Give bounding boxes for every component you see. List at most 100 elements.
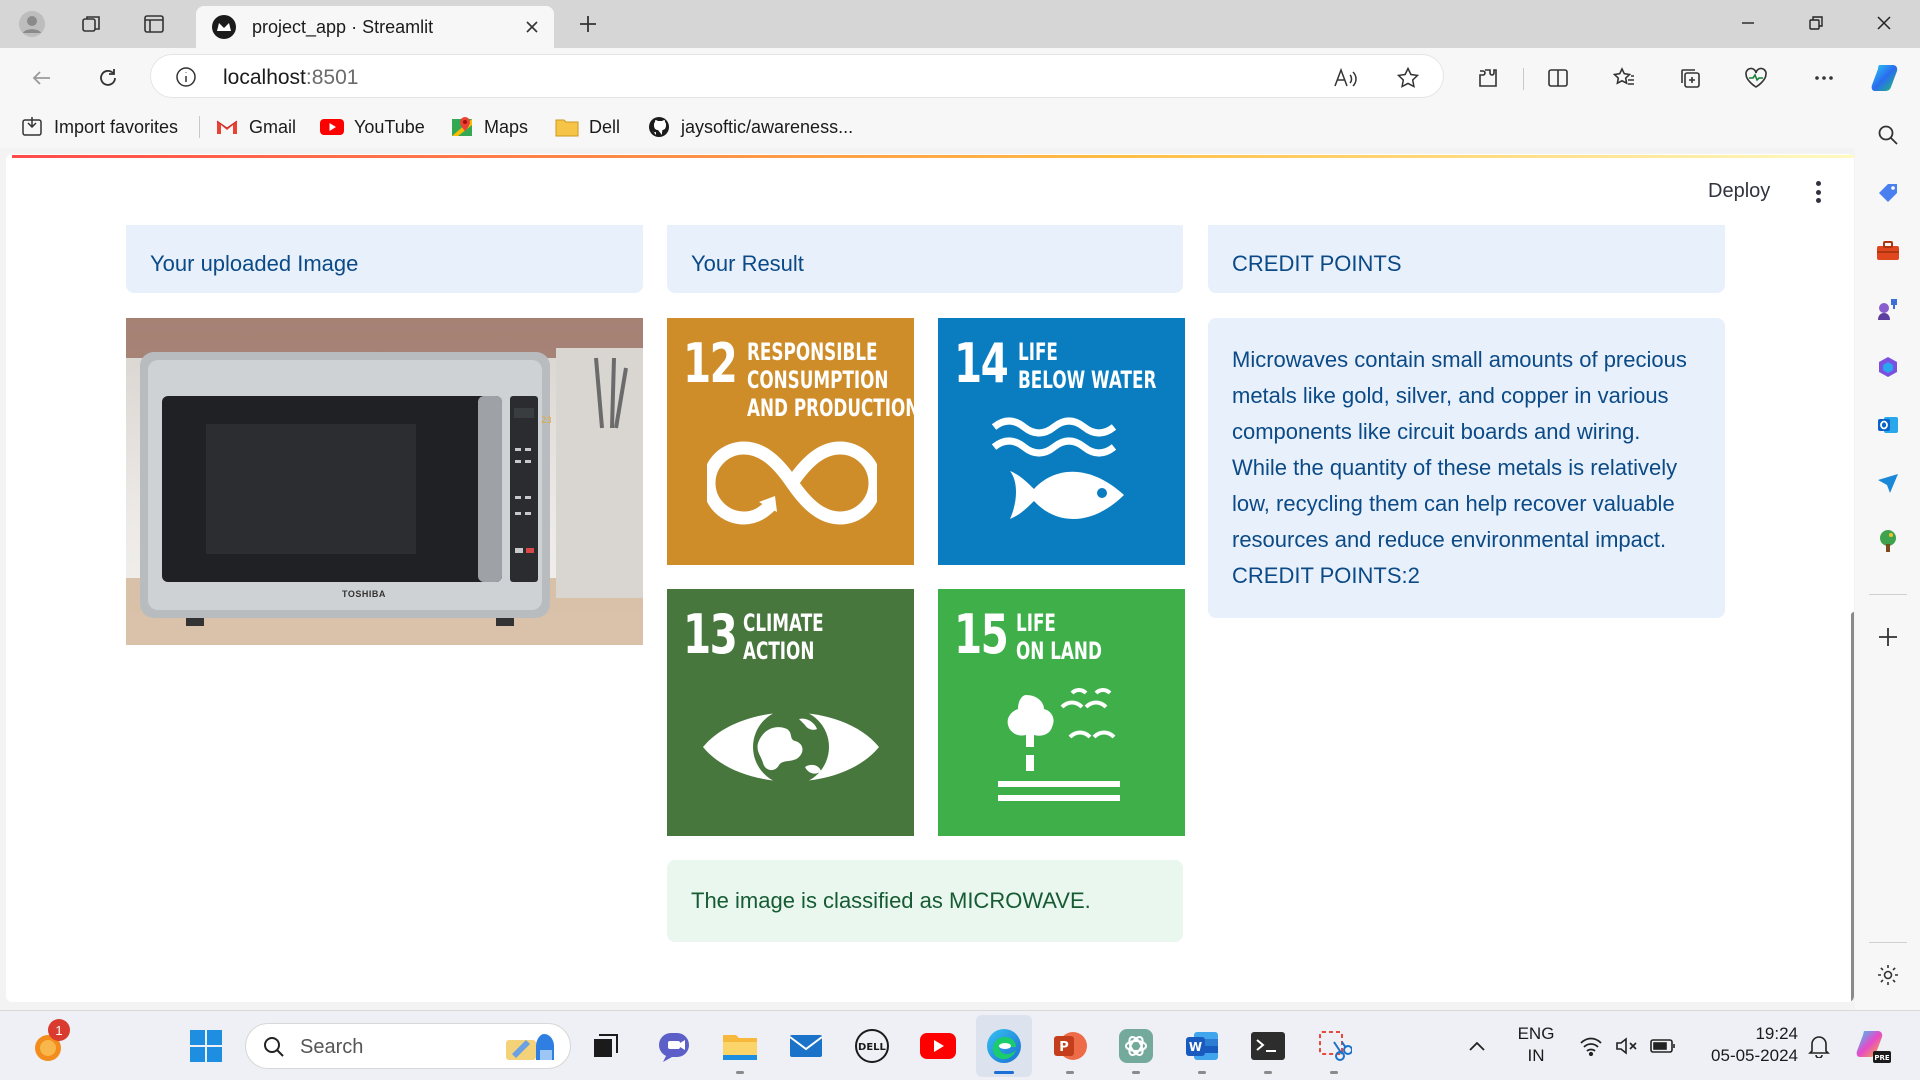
chatgpt-icon[interactable] [1116, 1026, 1156, 1066]
microwave-display-text: 23 [541, 416, 552, 426]
sdg-14-tile: 14 LIFE BELOW WATER [938, 318, 1185, 565]
fav-label: Import favorites [54, 116, 179, 137]
telegram-send-icon[interactable] [1871, 466, 1905, 500]
svg-text:P: P [1059, 1040, 1069, 1055]
extensions-icon[interactable] [1470, 60, 1506, 96]
youtube-app-icon[interactable] [918, 1026, 958, 1066]
url-port: :8501 [305, 66, 359, 89]
browser-essentials-icon[interactable] [1738, 60, 1774, 96]
fav-github[interactable]: jaysoftic/awareness... [647, 114, 853, 140]
sdg-number: 13 [683, 603, 738, 666]
tools-icon[interactable] [1871, 234, 1905, 268]
volume-muted-icon[interactable] [1610, 1026, 1644, 1066]
search-icon[interactable] [1871, 118, 1905, 152]
search-highlight-icon [506, 1034, 554, 1060]
sdg-label-line: RESPONSIBLE [747, 338, 878, 366]
notification-badge: 1 [48, 1019, 70, 1041]
url-text[interactable]: localhost:8501 [223, 66, 358, 90]
sdg-label-line: LIFE [1016, 609, 1056, 637]
favorite-star-icon[interactable] [1393, 63, 1423, 93]
taskbar-search[interactable]: Search [245, 1023, 571, 1069]
infinity-icon [707, 441, 877, 525]
refresh-icon[interactable] [88, 58, 128, 98]
running-indicator [1132, 1071, 1140, 1074]
language-indicator[interactable]: ENG IN [1506, 1023, 1566, 1067]
fav-maps[interactable]: Maps [450, 114, 528, 140]
copilot-icon[interactable] [1868, 60, 1904, 96]
word-icon[interactable]: W [1182, 1026, 1222, 1066]
svg-text:PRE: PRE [1874, 1054, 1890, 1062]
sdg-label-line: ACTION [743, 637, 815, 665]
outlook-icon[interactable] [1871, 408, 1905, 442]
main-menu-icon[interactable] [1812, 178, 1824, 206]
start-windows-icon[interactable] [186, 1026, 226, 1066]
favorites-bar: Import favorites Gmail YouTube Maps Dell… [0, 106, 1920, 148]
deploy-button[interactable]: Deploy [1708, 180, 1770, 203]
edge-browser-icon[interactable] [984, 1026, 1024, 1066]
wifi-icon[interactable] [1574, 1026, 1608, 1066]
tab-actions-icon[interactable] [138, 8, 170, 40]
favorites-icon[interactable] [1606, 60, 1642, 96]
sdg-label-line: AND PRODUCTION [747, 394, 914, 422]
file-explorer-icon[interactable] [720, 1026, 760, 1066]
page-scrollbar[interactable] [1851, 612, 1854, 1002]
sdg-number: 12 [683, 332, 738, 395]
task-view-icon[interactable] [586, 1026, 626, 1066]
svg-text:W: W [1189, 1040, 1202, 1054]
powerpoint-icon[interactable]: P [1050, 1026, 1090, 1066]
sdg-number: 14 [954, 332, 1009, 395]
fav-gmail[interactable]: Gmail [215, 114, 296, 140]
dell-icon[interactable]: DELL [852, 1026, 892, 1066]
sdg-12-tile: 12 RESPONSIBLE CONSUMPTION AND PRODUCTIO… [667, 318, 914, 565]
sidebar-divider [1869, 594, 1907, 595]
restore-icon[interactable] [1782, 0, 1850, 46]
fav-label: Maps [484, 116, 529, 137]
close-tab-icon[interactable] [518, 13, 546, 41]
split-screen-icon[interactable] [1540, 60, 1576, 96]
result-title: Your Result [691, 251, 804, 276]
sdg-label-line: CONSUMPTION [747, 366, 889, 394]
eye-globe-icon [703, 709, 879, 785]
notifications-bell-icon[interactable] [1802, 1026, 1836, 1066]
back-icon[interactable] [22, 58, 62, 98]
read-aloud-icon[interactable] [1331, 63, 1361, 93]
credit-points-description: Microwaves contain small amounts of prec… [1232, 347, 1687, 552]
classification-text: The image is classified as MICROWAVE. [691, 888, 1091, 913]
more-options-icon[interactable] [1806, 60, 1842, 96]
fav-import-favorites[interactable]: Import favorites [20, 114, 178, 140]
active-tab[interactable]: project_app · Streamlit [196, 6, 554, 48]
workspaces-icon[interactable] [76, 8, 108, 40]
import-icon [20, 115, 44, 139]
new-tab-icon[interactable] [572, 10, 604, 38]
copilot-preview-icon[interactable]: PRE [1852, 1026, 1892, 1066]
show-hidden-icons-chevron-icon[interactable] [1460, 1026, 1494, 1066]
fish-and-waves-icon [991, 417, 1124, 519]
microsoft-365-icon[interactable] [1871, 350, 1905, 384]
address-bar[interactable]: localhost:8501 [150, 54, 1444, 98]
fav-label: jaysoftic/awareness... [681, 116, 854, 137]
uploaded-microwave-image: TOSHIBA 23 [126, 318, 643, 645]
svg-text:DELL: DELL [858, 1042, 887, 1053]
fav-youtube[interactable]: YouTube [320, 114, 425, 140]
add-sidebar-app-icon[interactable] [1871, 620, 1905, 654]
shopping-tag-icon[interactable] [1871, 176, 1905, 210]
close-window-icon[interactable] [1850, 0, 1918, 46]
sdg-13-tile: 13 CLIMATE ACTION [667, 589, 914, 836]
streamlit-icon [212, 15, 236, 39]
profile-icon[interactable] [16, 8, 48, 40]
sidebar-settings-icon[interactable] [1871, 958, 1905, 992]
site-info-icon[interactable] [175, 66, 197, 88]
terminal-icon[interactable] [1248, 1026, 1288, 1066]
games-icon[interactable] [1871, 292, 1905, 326]
sdg-label-line: BELOW WATER [1018, 366, 1157, 394]
battery-icon[interactable] [1646, 1026, 1680, 1066]
chat-app-icon[interactable] [654, 1026, 694, 1066]
fav-dell-folder[interactable]: Dell [555, 114, 620, 140]
windows-taskbar: 1 Search DELL P W ENG IN 19:24 05-05-202… [0, 1010, 1920, 1080]
tree-app-icon[interactable] [1871, 524, 1905, 558]
clock[interactable]: 19:24 05-05-2024 [1692, 1023, 1798, 1067]
collections-icon[interactable] [1672, 60, 1708, 96]
mail-icon[interactable] [786, 1026, 826, 1066]
minimize-icon[interactable] [1714, 0, 1782, 46]
snipping-tool-icon[interactable] [1314, 1026, 1354, 1066]
